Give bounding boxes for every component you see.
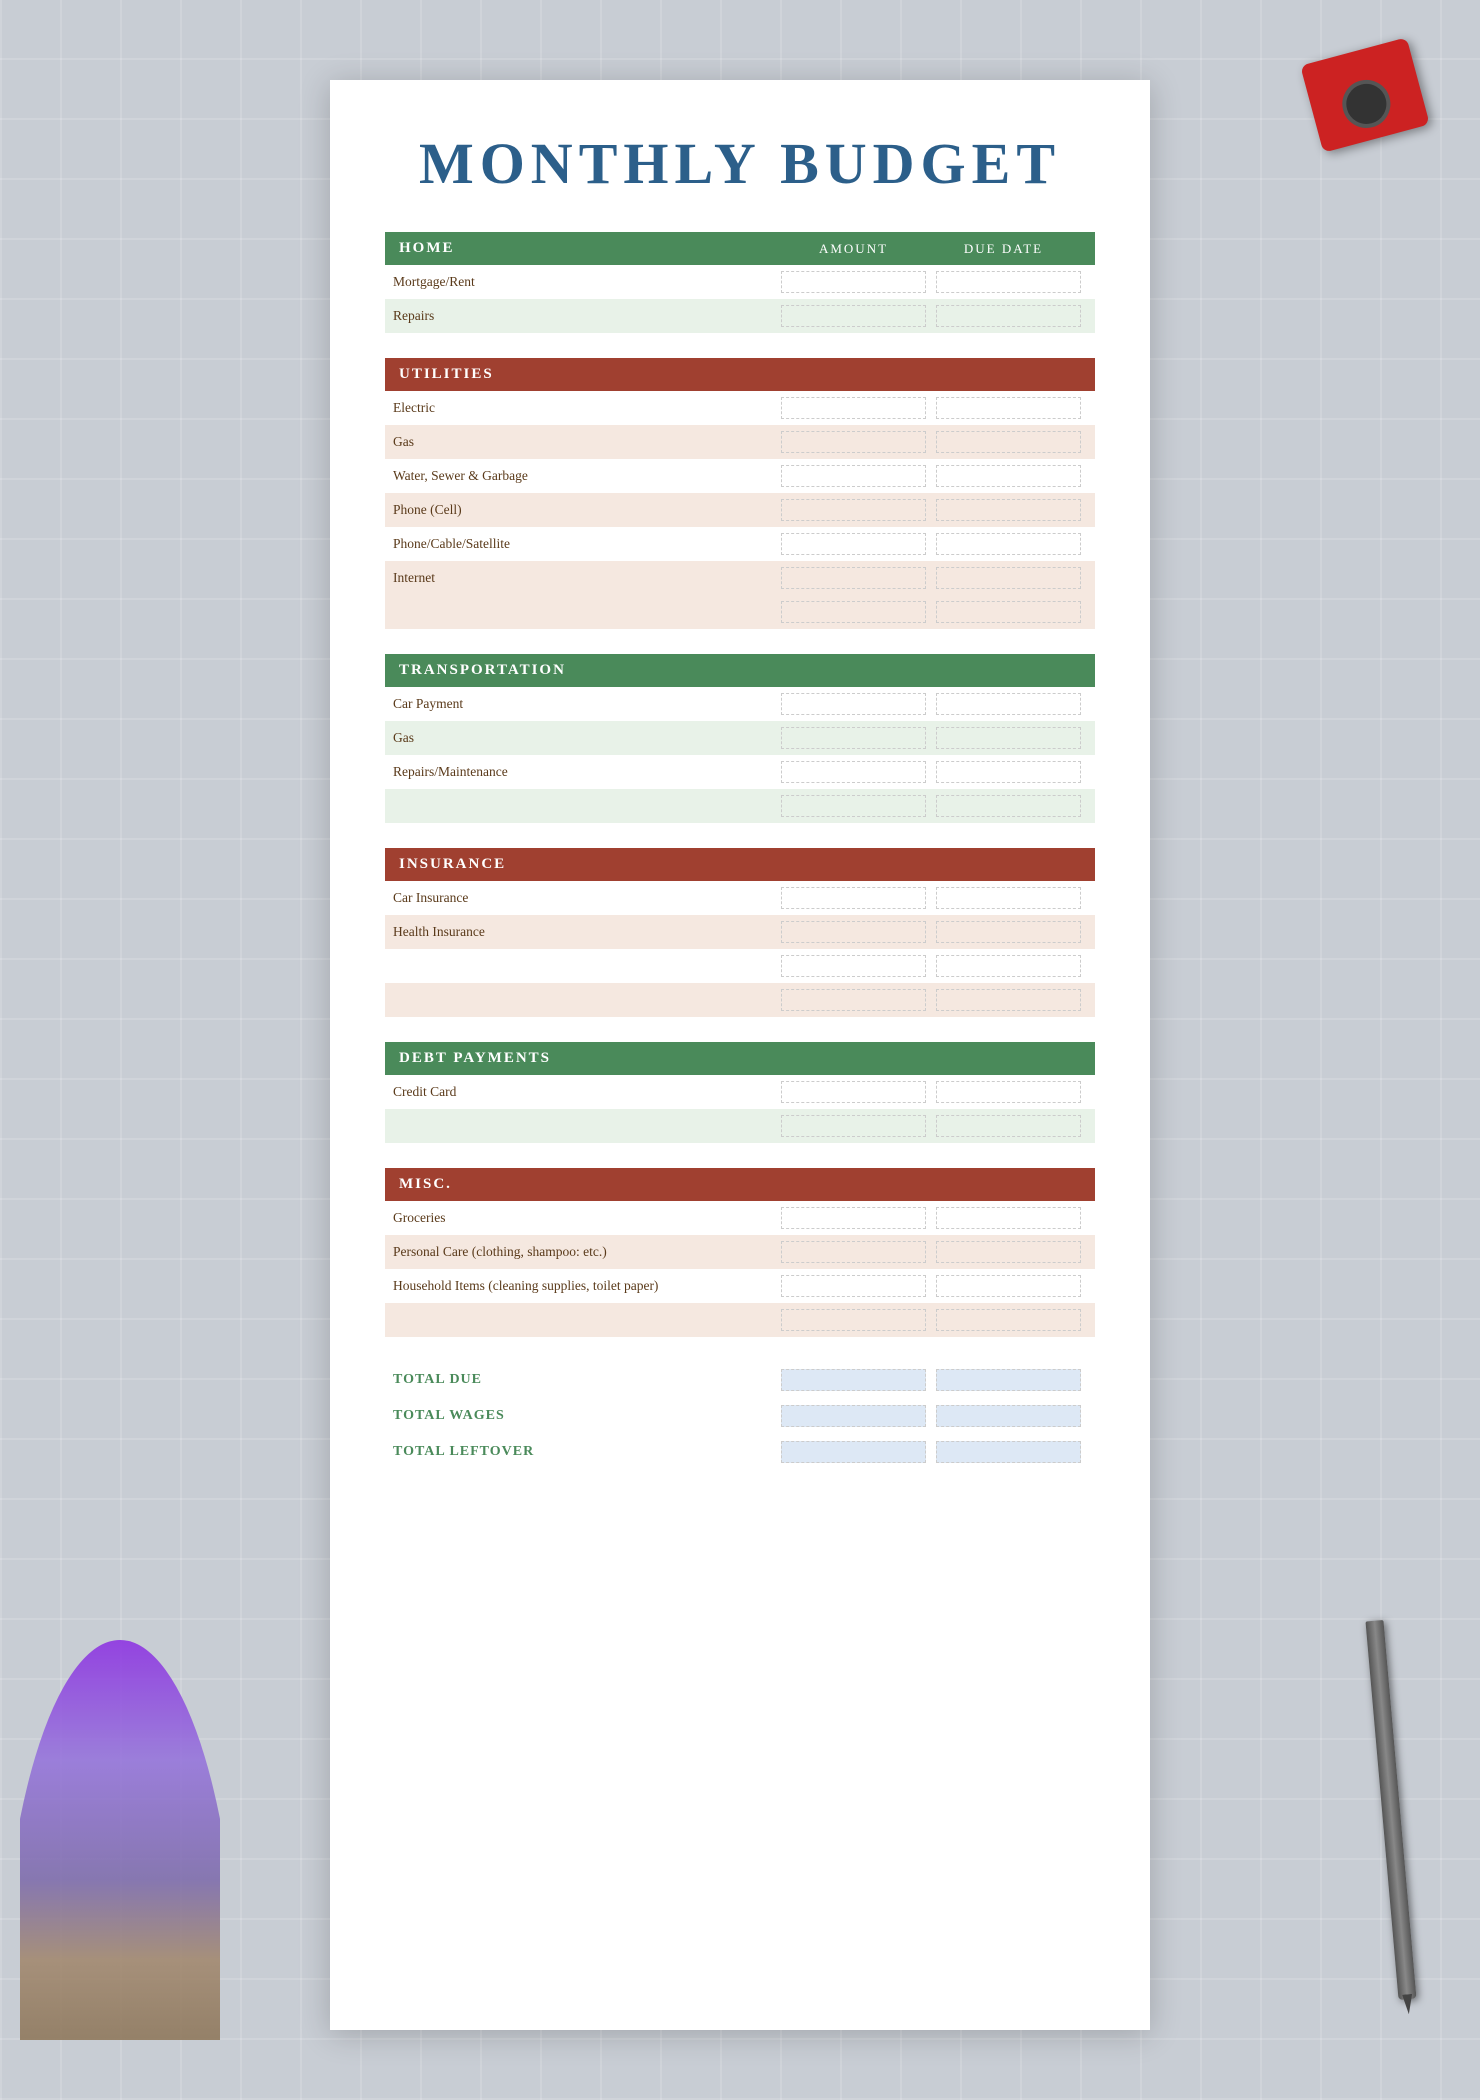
table-row: Gas (385, 721, 1095, 755)
debt-section: DEBT PAYMENTS Credit Card (385, 1042, 1095, 1143)
table-row: Car Insurance (385, 881, 1095, 915)
table-row: Internet (385, 561, 1095, 595)
table-row: Phone/Cable/Satellite (385, 527, 1095, 561)
pencil-sharpener-decoration (1300, 37, 1430, 152)
table-row (385, 1109, 1095, 1143)
total-wages-date[interactable] (936, 1405, 1081, 1427)
amount-input[interactable] (781, 693, 926, 715)
utilities-section-header: UTILITIES (385, 358, 1095, 391)
amount-input[interactable] (781, 397, 926, 419)
duedate-input[interactable] (936, 465, 1081, 487)
duedate-input[interactable] (936, 693, 1081, 715)
amount-input[interactable] (781, 1241, 926, 1263)
table-row: Phone (Cell) (385, 493, 1095, 527)
table-row (385, 595, 1095, 629)
total-wages-amount[interactable] (781, 1405, 926, 1427)
amount-input[interactable] (781, 465, 926, 487)
duedate-input[interactable] (936, 533, 1081, 555)
total-leftover-row: TOTAL LEFTOVER (385, 1434, 1095, 1470)
duedate-input[interactable] (936, 1241, 1081, 1263)
total-wages-row: TOTAL WAGES (385, 1398, 1095, 1434)
amount-input[interactable] (781, 921, 926, 943)
duedate-input[interactable] (936, 567, 1081, 589)
insurance-section: INSURANCE Car Insurance Health Insurance (385, 848, 1095, 1017)
table-row: Repairs/Maintenance (385, 755, 1095, 789)
amount-input[interactable] (781, 1309, 926, 1331)
pen-decoration (1365, 1620, 1416, 2000)
total-due-amount[interactable] (781, 1369, 926, 1391)
insurance-section-header: INSURANCE (385, 848, 1095, 881)
table-row: Car Payment (385, 687, 1095, 721)
duedate-input[interactable] (936, 397, 1081, 419)
table-row: Gas (385, 425, 1095, 459)
amount-input[interactable] (781, 305, 926, 327)
amount-input[interactable] (781, 271, 926, 293)
amount-input[interactable] (781, 795, 926, 817)
amount-input[interactable] (781, 533, 926, 555)
duedate-input[interactable] (936, 1309, 1081, 1331)
table-row: Personal Care (clothing, shampoo: etc.) (385, 1235, 1095, 1269)
amount-input[interactable] (781, 567, 926, 589)
table-row (385, 983, 1095, 1017)
table-row (385, 1303, 1095, 1337)
transportation-section: TRANSPORTATION Car Payment Gas Repairs/M… (385, 654, 1095, 823)
misc-section-header: MISC. (385, 1168, 1095, 1201)
amount-input[interactable] (781, 1081, 926, 1103)
duedate-input[interactable] (936, 887, 1081, 909)
total-leftover-amount[interactable] (781, 1441, 926, 1463)
total-due-row: TOTAL DUE (385, 1362, 1095, 1398)
duedate-input[interactable] (936, 1081, 1081, 1103)
misc-section: MISC. Groceries Personal Care (clothing,… (385, 1168, 1095, 1337)
utilities-section: UTILITIES Electric Gas Water, Sewer & Ga… (385, 358, 1095, 629)
table-row (385, 789, 1095, 823)
table-row (385, 949, 1095, 983)
amount-input[interactable] (781, 1207, 926, 1229)
duedate-input[interactable] (936, 601, 1081, 623)
amount-input[interactable] (781, 727, 926, 749)
amount-input[interactable] (781, 601, 926, 623)
duedate-input[interactable] (936, 431, 1081, 453)
table-row: Repairs (385, 299, 1095, 333)
table-row: Water, Sewer & Garbage (385, 459, 1095, 493)
amount-input[interactable] (781, 887, 926, 909)
home-section: HOME Amount Due Date Mortgage/Rent Repai… (385, 232, 1095, 333)
amount-input[interactable] (781, 989, 926, 1011)
duedate-input[interactable] (936, 1115, 1081, 1137)
transportation-section-header: TRANSPORTATION (385, 654, 1095, 687)
amount-input[interactable] (781, 761, 926, 783)
lavender-decoration (20, 1640, 220, 2040)
home-section-header: HOME Amount Due Date (385, 232, 1095, 265)
table-row: Household Items (cleaning supplies, toil… (385, 1269, 1095, 1303)
duedate-input[interactable] (936, 727, 1081, 749)
duedate-input[interactable] (936, 271, 1081, 293)
duedate-input[interactable] (936, 761, 1081, 783)
table-row: Groceries (385, 1201, 1095, 1235)
amount-input[interactable] (781, 1275, 926, 1297)
amount-input[interactable] (781, 955, 926, 977)
table-row: Credit Card (385, 1075, 1095, 1109)
page-title: MONTHLY BUDGET (385, 130, 1095, 197)
duedate-input[interactable] (936, 305, 1081, 327)
duedate-input[interactable] (936, 1275, 1081, 1297)
amount-input[interactable] (781, 431, 926, 453)
duedate-input[interactable] (936, 989, 1081, 1011)
duedate-input[interactable] (936, 499, 1081, 521)
totals-section: TOTAL DUE TOTAL WAGES TOTAL LEFTOVER (385, 1362, 1095, 1470)
amount-input[interactable] (781, 499, 926, 521)
total-leftover-date[interactable] (936, 1441, 1081, 1463)
duedate-input[interactable] (936, 1207, 1081, 1229)
health-insurance-row: Health Insurance (385, 915, 1095, 949)
total-due-date[interactable] (936, 1369, 1081, 1391)
duedate-input[interactable] (936, 921, 1081, 943)
table-row: Mortgage/Rent (385, 265, 1095, 299)
debt-section-header: DEBT PAYMENTS (385, 1042, 1095, 1075)
amount-input[interactable] (781, 1115, 926, 1137)
duedate-input[interactable] (936, 955, 1081, 977)
duedate-input[interactable] (936, 795, 1081, 817)
table-row: Electric (385, 391, 1095, 425)
budget-document: MONTHLY BUDGET HOME Amount Due Date Mort… (330, 80, 1150, 2030)
